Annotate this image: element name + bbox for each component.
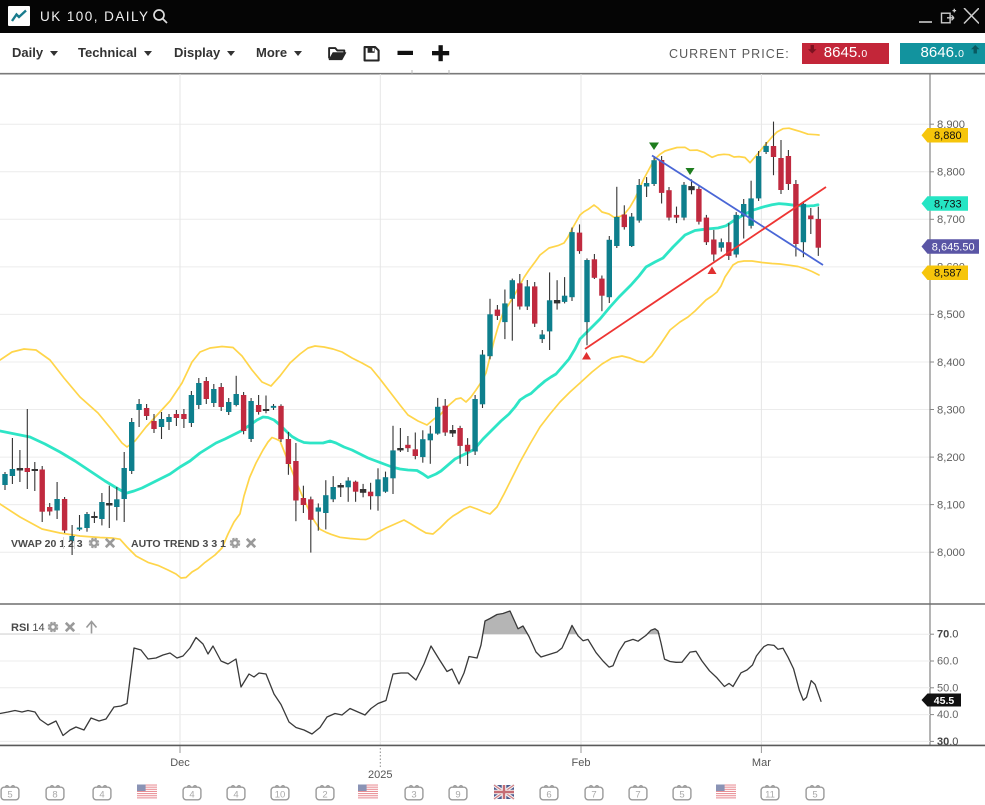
svg-text:VWAP 20 1 2 3: VWAP 20 1 2 3 bbox=[11, 538, 83, 550]
svg-text:8,200: 8,200 bbox=[937, 452, 965, 464]
svg-text:2: 2 bbox=[322, 789, 327, 800]
svg-text:8,880: 8,880 bbox=[934, 130, 962, 142]
svg-text:Feb: Feb bbox=[572, 757, 591, 769]
svg-text:50.0: 50.0 bbox=[937, 682, 958, 694]
svg-text:7: 7 bbox=[635, 789, 640, 800]
svg-text:40.0: 40.0 bbox=[937, 709, 958, 721]
svg-text:RSI 14: RSI 14 bbox=[11, 622, 45, 634]
svg-text:4: 4 bbox=[233, 789, 238, 800]
svg-text:8,733: 8,733 bbox=[934, 198, 962, 210]
svg-text:Dec: Dec bbox=[170, 757, 190, 769]
svg-text:3: 3 bbox=[411, 789, 416, 800]
svg-text:6: 6 bbox=[546, 789, 551, 800]
svg-text:5: 5 bbox=[7, 789, 12, 800]
svg-text:10: 10 bbox=[275, 789, 286, 800]
svg-text:8,800: 8,800 bbox=[937, 167, 965, 179]
svg-text:8,400: 8,400 bbox=[937, 357, 965, 369]
svg-text:5: 5 bbox=[679, 789, 684, 800]
svg-text:8,500: 8,500 bbox=[937, 309, 965, 321]
svg-text:2025: 2025 bbox=[368, 769, 392, 781]
svg-text:8: 8 bbox=[52, 789, 57, 800]
svg-text:60.0: 60.0 bbox=[937, 656, 958, 668]
svg-text:5: 5 bbox=[812, 789, 817, 800]
svg-text:11: 11 bbox=[765, 789, 775, 800]
svg-text:9: 9 bbox=[455, 789, 460, 800]
svg-text:7: 7 bbox=[591, 789, 596, 800]
svg-text:45.5: 45.5 bbox=[934, 695, 955, 707]
svg-text:8,700: 8,700 bbox=[937, 214, 965, 226]
svg-text:8,000: 8,000 bbox=[937, 547, 965, 559]
svg-text:8,587: 8,587 bbox=[934, 268, 962, 280]
svg-text:8,100: 8,100 bbox=[937, 499, 965, 511]
svg-text:4: 4 bbox=[99, 789, 104, 800]
svg-text:8,645.50: 8,645.50 bbox=[932, 241, 975, 253]
svg-text:AUTO TREND 3 3 1: AUTO TREND 3 3 1 bbox=[131, 538, 226, 550]
svg-text:8,300: 8,300 bbox=[937, 404, 965, 416]
svg-text:70.0: 70.0 bbox=[937, 629, 958, 641]
svg-text:4: 4 bbox=[189, 789, 194, 800]
svg-text:Mar: Mar bbox=[752, 757, 771, 769]
